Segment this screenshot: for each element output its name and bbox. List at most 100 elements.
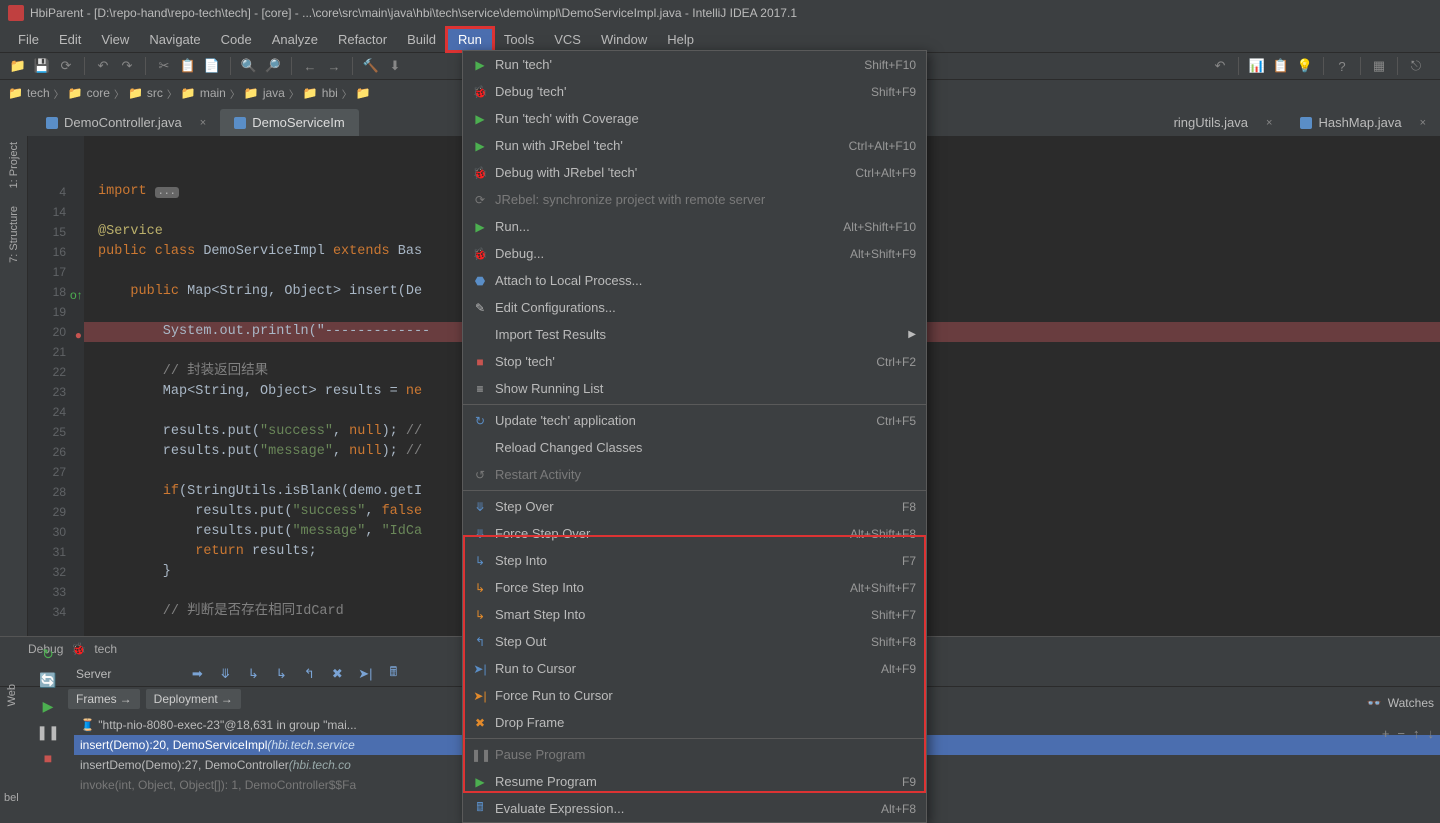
update-icon[interactable]: 🔄	[38, 670, 58, 690]
evaluate-icon[interactable]: 🖩	[383, 664, 403, 684]
breakpoint-icon[interactable]: ●	[70, 325, 82, 337]
jr-icon[interactable]: ▦	[1369, 56, 1389, 76]
menu-help[interactable]: Help	[657, 29, 704, 50]
run-menu-item[interactable]: ↰Step OutShift+F8	[463, 628, 926, 655]
open-icon[interactable]: 📁	[8, 56, 28, 76]
paste-icon[interactable]: 📄	[202, 56, 222, 76]
tab-stringutils[interactable]: ringUtils.java×	[1160, 109, 1287, 136]
tab-democontroller[interactable]: DemoController.java×	[32, 109, 220, 136]
show-exec-point-icon[interactable]: ➡	[187, 664, 207, 684]
run-menu-item[interactable]: ↳Force Step IntoAlt+Shift+F7	[463, 574, 926, 601]
close-tab-icon[interactable]: ×	[1420, 117, 1426, 129]
menu-navigate[interactable]: Navigate	[139, 29, 210, 50]
clipboard-icon[interactable]: 📋	[1271, 56, 1291, 76]
breadcrumb-item[interactable]: 📁main〉	[181, 86, 240, 101]
breadcrumb-item[interactable]: 📁src〉	[128, 86, 177, 101]
run-menu-item[interactable]: ≡Show Running List	[463, 375, 926, 402]
web-tool-button[interactable]: Web	[0, 680, 24, 710]
run-menu-item[interactable]: ▶Run with JRebel 'tech'Ctrl+Alt+F10	[463, 132, 926, 159]
replace-icon[interactable]: 🔎	[263, 56, 283, 76]
run-menu-item[interactable]: 🐞Debug with JRebel 'tech'Ctrl+Alt+F9	[463, 159, 926, 186]
deployment-tab[interactable]: Deployment→	[146, 689, 241, 709]
breadcrumb-item[interactable]: 📁hbi〉	[303, 86, 352, 101]
step-into-icon[interactable]: ↳	[243, 664, 263, 684]
drop-frame-icon[interactable]: ✖	[327, 664, 347, 684]
copy-icon[interactable]: 📋	[178, 56, 198, 76]
menu-view[interactable]: View	[91, 29, 139, 50]
menu-window[interactable]: Window	[591, 29, 657, 50]
run-menu-item[interactable]: 🐞Debug 'tech'Shift+F9	[463, 78, 926, 105]
menu-file[interactable]: File	[8, 29, 49, 50]
bulb-icon[interactable]: 💡	[1295, 56, 1315, 76]
breadcrumb-item[interactable]: 📁java〉	[244, 86, 299, 101]
run-menu-item[interactable]: Import Test Results▶	[463, 321, 926, 348]
separator	[84, 57, 85, 75]
run-menu-item[interactable]: ✖Drop Frame	[463, 709, 926, 736]
find-icon[interactable]: 🔍	[239, 56, 259, 76]
pause-icon[interactable]: ❚❚	[38, 722, 58, 742]
watches-panel-header[interactable]: 👓Watches	[1367, 696, 1434, 710]
run-menu-item[interactable]: 🖩Evaluate Expression...Alt+F8	[463, 795, 926, 822]
resume-icon[interactable]: ▶	[38, 696, 58, 716]
run-menu-item[interactable]: ▶Run 'tech'Shift+F10	[463, 51, 926, 78]
run-menu-item[interactable]: ⤋Step OverF8	[463, 493, 926, 520]
run-menu-item[interactable]: ▶Resume ProgramF9	[463, 768, 926, 795]
menu-tools[interactable]: Tools	[494, 29, 544, 50]
step-out-icon[interactable]: ↰	[299, 664, 319, 684]
frames-tab[interactable]: Frames→	[68, 689, 140, 709]
add-watch-icon[interactable]: +	[1382, 726, 1390, 741]
undo-icon[interactable]: ↶	[93, 56, 113, 76]
run-to-cursor-icon[interactable]: ➤|	[355, 664, 375, 684]
menu-vcs[interactable]: VCS	[544, 29, 591, 50]
structure-tool-button[interactable]: 7: Structure	[6, 200, 22, 269]
run-menu-item[interactable]: ▶Run 'tech' with Coverage	[463, 105, 926, 132]
run-menu-item[interactable]: 🐞Debug...Alt+Shift+F9	[463, 240, 926, 267]
structure-icon[interactable]: 📊	[1247, 56, 1267, 76]
menu-run[interactable]: Run	[446, 27, 494, 52]
cut-icon[interactable]: ✂	[154, 56, 174, 76]
breadcrumb-item[interactable]: 📁core〉	[68, 86, 124, 101]
run-config-icon[interactable]: ⬇	[385, 56, 405, 76]
help-icon[interactable]: ?	[1332, 56, 1352, 76]
step-over-icon[interactable]: ⤋	[215, 664, 235, 684]
run-menu-item[interactable]: ➤|Force Run to Cursor	[463, 682, 926, 709]
menu-build[interactable]: Build	[397, 29, 446, 50]
tab-demoserviceimpl[interactable]: DemoServiceIm	[220, 109, 358, 136]
up-icon[interactable]: ↑	[1413, 726, 1420, 741]
close-tab-icon[interactable]: ×	[200, 117, 206, 129]
project-tool-button[interactable]: 1: Project	[6, 136, 22, 194]
close-tab-icon[interactable]: ×	[1266, 117, 1272, 129]
run-menu-item[interactable]: ➤|Run to CursorAlt+F9	[463, 655, 926, 682]
rerun-icon[interactable]: ↻	[38, 644, 58, 664]
run-menu-item[interactable]: ⤋Force Step OverAlt+Shift+F8	[463, 520, 926, 547]
breadcrumb-item[interactable]: 📁	[356, 86, 371, 100]
server-tab[interactable]: Server	[68, 665, 119, 683]
breadcrumb-item[interactable]: 📁tech〉	[8, 86, 64, 101]
down-icon[interactable]: ↓	[1428, 726, 1435, 741]
redo-icon[interactable]: ↷	[117, 56, 137, 76]
stop-icon[interactable]: ■	[38, 748, 58, 768]
exit-icon[interactable]: ⎋	[1406, 56, 1426, 76]
menu-refactor[interactable]: Refactor	[328, 29, 397, 50]
run-menu-item[interactable]: ⬣Attach to Local Process...	[463, 267, 926, 294]
tab-hashmap[interactable]: HashMap.java×	[1286, 109, 1440, 136]
force-step-into-icon[interactable]: ↳	[271, 664, 291, 684]
run-menu-item[interactable]: ■Stop 'tech'Ctrl+F2	[463, 348, 926, 375]
forward-icon[interactable]: →	[324, 56, 344, 76]
override-icon[interactable]: o↑	[70, 285, 82, 297]
back-icon[interactable]: ←	[300, 56, 320, 76]
run-menu-item[interactable]: ▶Run...Alt+Shift+F10	[463, 213, 926, 240]
save-icon[interactable]: 💾	[32, 56, 52, 76]
remove-watch-icon[interactable]: −	[1397, 726, 1405, 741]
menu-edit[interactable]: Edit	[49, 29, 91, 50]
sync-icon[interactable]: ⟳	[56, 56, 76, 76]
run-menu-item[interactable]: ↻Update 'tech' applicationCtrl+F5	[463, 407, 926, 434]
run-menu-item[interactable]: ↳Smart Step IntoShift+F7	[463, 601, 926, 628]
run-menu-item[interactable]: Reload Changed Classes	[463, 434, 926, 461]
run-menu-item[interactable]: ✎Edit Configurations...	[463, 294, 926, 321]
build-icon[interactable]: 🔨	[361, 56, 381, 76]
menu-analyze[interactable]: Analyze	[262, 29, 328, 50]
menu-code[interactable]: Code	[211, 29, 262, 50]
undo2-icon[interactable]: ↶	[1210, 56, 1230, 76]
run-menu-item[interactable]: ↳Step IntoF7	[463, 547, 926, 574]
